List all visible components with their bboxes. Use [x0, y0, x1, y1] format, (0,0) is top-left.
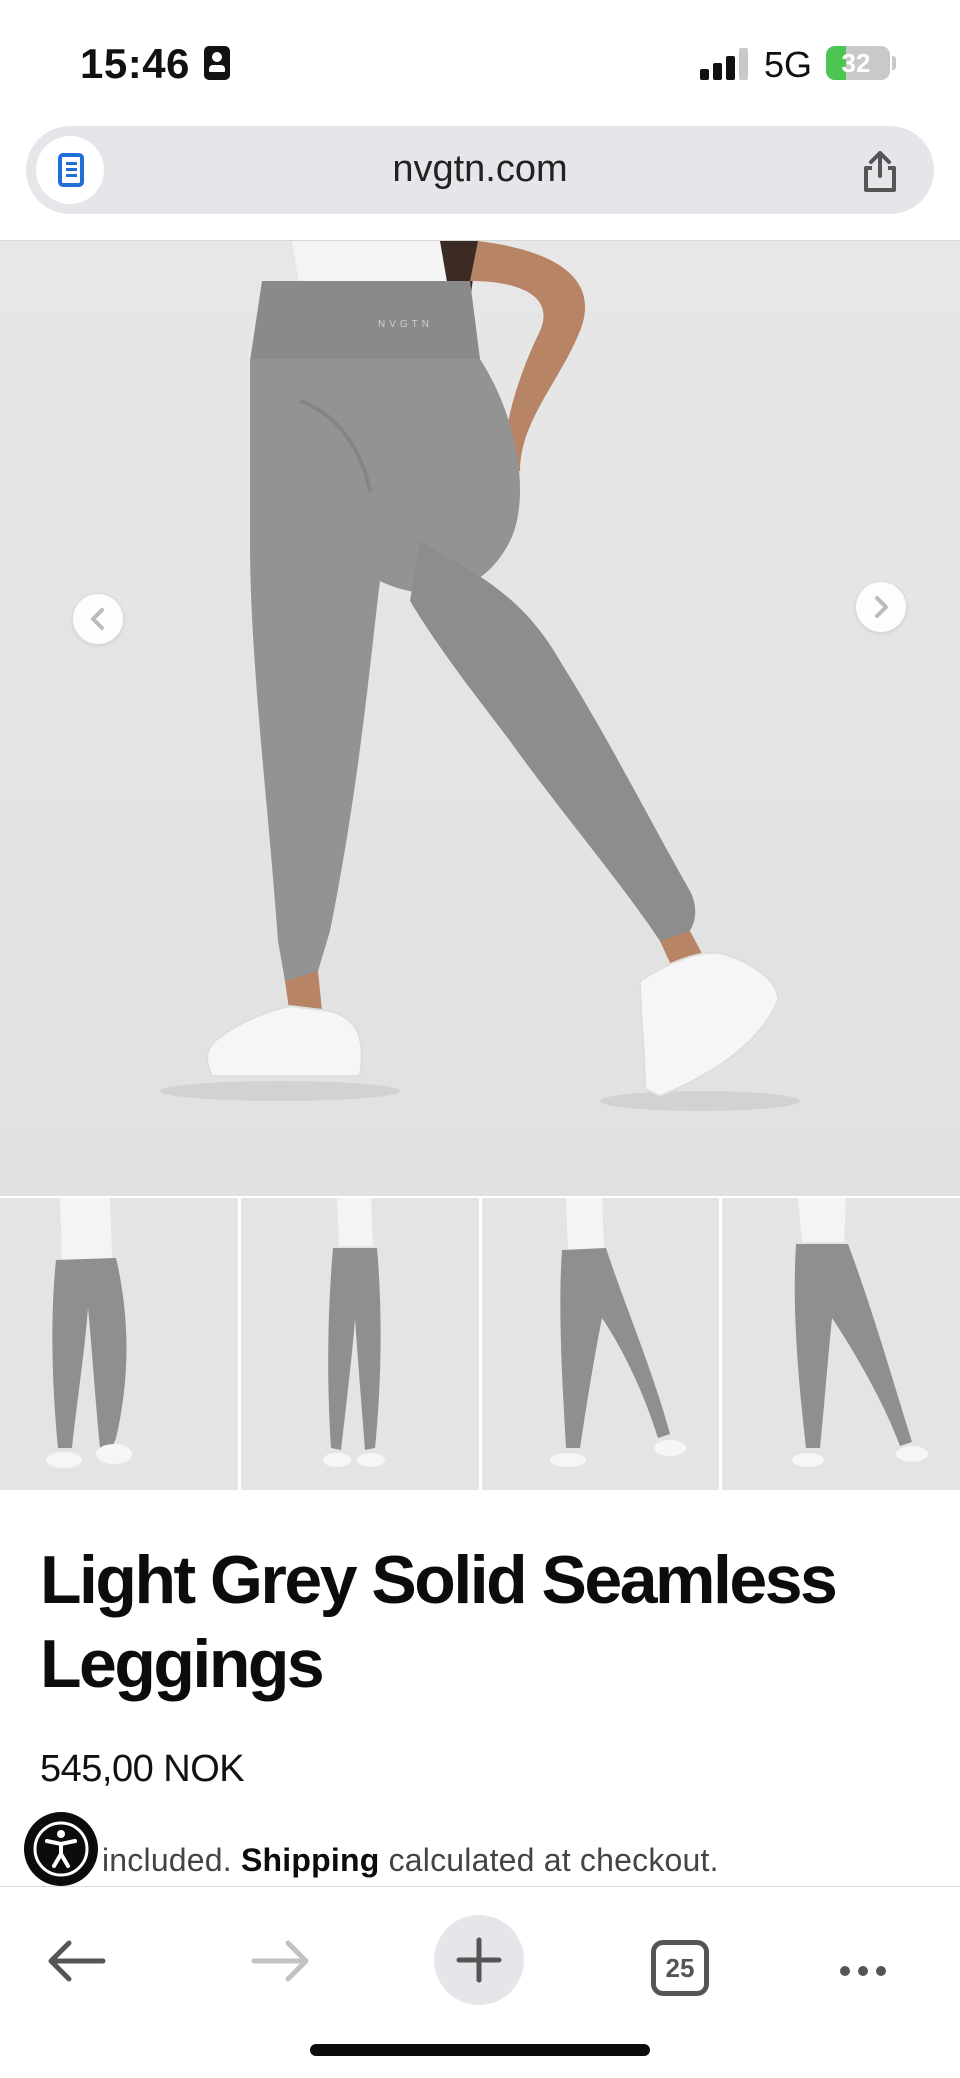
contact-card-icon — [204, 46, 230, 80]
product-price: 545,00 NOK — [40, 1748, 245, 1790]
back-arrow-icon — [48, 1940, 106, 1982]
more-icon — [840, 1966, 886, 1976]
share-icon — [864, 151, 896, 192]
tax-note-text: included. — [102, 1842, 232, 1878]
battery-charging-icon: 32 — [826, 46, 890, 80]
thumbnail-strip — [0, 1198, 960, 1490]
shipping-note-text: calculated at checkout. — [388, 1842, 719, 1878]
new-tab-button[interactable] — [434, 1915, 524, 2005]
battery-percent: 32 — [841, 48, 871, 78]
tabs-button[interactable]: 25 — [651, 1940, 709, 1996]
next-image-button[interactable] — [856, 582, 906, 632]
shipping-link[interactable]: Shipping — [241, 1842, 379, 1878]
more-menu-button[interactable] — [818, 1917, 908, 2007]
forward-button[interactable] — [234, 1917, 324, 2007]
plus-icon — [456, 1937, 502, 1983]
accessibility-button[interactable] — [24, 1812, 98, 1886]
back-button[interactable] — [33, 1917, 123, 2007]
url-text[interactable]: nvgtn.com — [26, 148, 934, 191]
battery-tip — [892, 56, 896, 70]
chevron-left-icon — [91, 608, 104, 630]
product-main-image[interactable]: NVGTN — [0, 240, 960, 1196]
status-bar: 15:46 5G 32 — [0, 0, 960, 126]
brand-mark: NVGTN — [378, 319, 433, 330]
address-bar[interactable]: nvgtn.com — [26, 126, 934, 214]
leggings-photo: NVGTN — [160, 241, 800, 1111]
product-title: Light Grey Solid Seamless Leggings — [40, 1542, 838, 1702]
share-button[interactable] — [852, 142, 908, 198]
thumbnail-3[interactable] — [481, 1198, 720, 1490]
network-type: 5G — [764, 44, 813, 85]
cellular-signal-icon — [700, 48, 750, 80]
chevron-right-icon — [875, 596, 888, 618]
thumbnail-1[interactable] — [0, 1198, 238, 1490]
status-time: 15:46 — [80, 40, 190, 87]
thumbnail-4[interactable] — [722, 1198, 960, 1490]
thumbnail-2[interactable] — [240, 1198, 479, 1490]
accessibility-icon — [33, 1821, 89, 1877]
forward-arrow-icon — [251, 1940, 309, 1982]
previous-image-button[interactable] — [73, 594, 123, 644]
tax-shipping-note: included. Shipping calculated at checkou… — [102, 1842, 719, 1879]
home-indicator — [310, 2044, 650, 2056]
